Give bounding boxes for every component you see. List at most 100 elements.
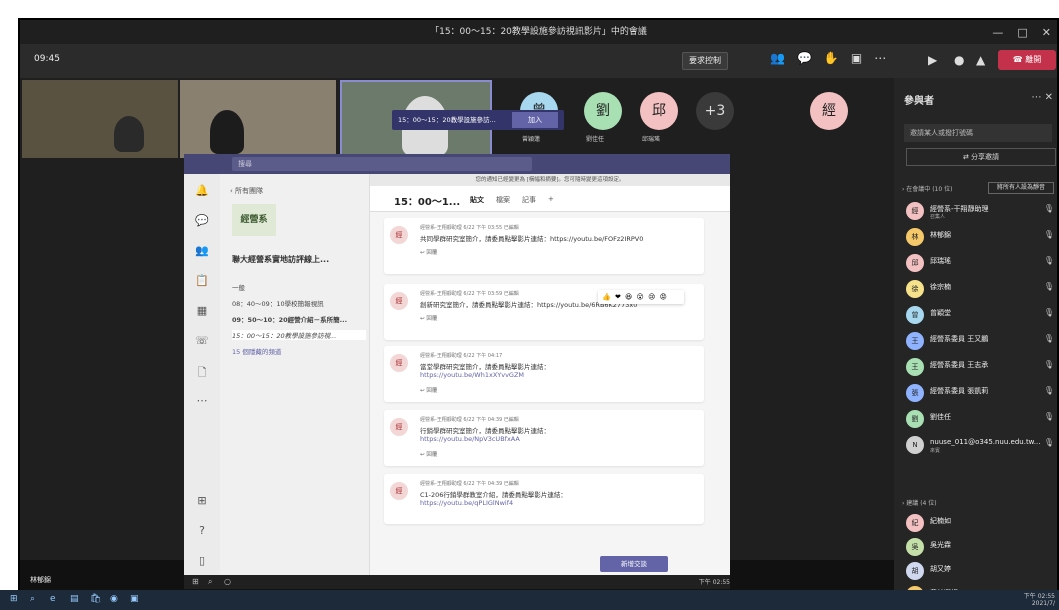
teams-search-input[interactable]: 搜尋 xyxy=(232,157,532,171)
windows-start-icon[interactable]: ⊞ xyxy=(10,594,18,604)
edge-icon[interactable]: e xyxy=(50,594,56,604)
reaction-bar[interactable]: 👍 ❤ 😆 😮 😢 😡 xyxy=(598,290,684,304)
apps-icon[interactable]: ⊞ xyxy=(190,494,214,507)
more-apps-icon[interactable]: ⋯ xyxy=(190,394,214,407)
section-in-meeting[interactable]: › 在會議中 (10 位) xyxy=(902,184,952,193)
file-explorer-icon[interactable]: ▤ xyxy=(70,594,79,604)
layout-icon[interactable]: ▣ xyxy=(851,51,862,65)
search-icon[interactable]: ⌕ xyxy=(30,594,35,604)
activity-icon[interactable]: 🔔 xyxy=(190,184,214,197)
more-icon[interactable]: ⋯ xyxy=(874,51,886,65)
channel-list: ‹ 所有團隊 經營系 聯大經營系實地訪評線上... 一般 08：40～09：10… xyxy=(220,174,370,575)
participant-row[interactable]: 曾曾穎堂 🎙 xyxy=(906,304,1056,326)
reply-link[interactable]: ↩ 回覆 xyxy=(420,386,437,394)
participant-row[interactable]: 徐徐宗楠 🎙 xyxy=(906,278,1056,300)
suggested-row[interactable]: 紀紀楠如 xyxy=(906,512,1056,534)
participant-row[interactable]: 王經營系委員 王志承 🎙 xyxy=(906,356,1056,378)
avatar: 王 xyxy=(906,358,924,376)
suggested-row[interactable]: 吳吳光霖 xyxy=(906,536,1056,558)
participant-row[interactable]: 邱邱瑞瑤 🎙 xyxy=(906,252,1056,274)
mic-icon[interactable]: 🎙 xyxy=(1044,360,1054,369)
mic-icon[interactable]: 🎙 xyxy=(1044,412,1054,421)
chat-icon[interactable]: 💬 xyxy=(797,51,812,65)
back-to-teams-link[interactable]: ‹ 所有團隊 xyxy=(230,186,263,196)
store-icon[interactable]: 🛍 xyxy=(90,594,101,604)
raise-hand-icon[interactable]: ✋ xyxy=(824,51,839,65)
leave-button[interactable]: ☎ 離開 xyxy=(998,50,1056,70)
participant-row[interactable]: 經經營系-干翔靜助理 召集人 🎙 xyxy=(906,200,1056,222)
people-icon[interactable]: 👥 xyxy=(770,51,785,65)
notification-banner: 您的通知已經變更為 [橫幅和摘要]。您可隨時變更這項設定。 xyxy=(370,174,730,186)
calendar-icon[interactable]: ▦ xyxy=(190,304,214,317)
minimize-button[interactable]: — xyxy=(992,26,1003,39)
post-card[interactable]: 經 經營系-王翔靜助理 6/22 下午 04:39 已編輯 C1-206行銷學群教室… xyxy=(384,474,704,524)
inner-taskbar: ⊞ ⌕ ○ 下午 02:55 xyxy=(184,575,730,589)
post-card[interactable]: 經 經營系-王翔靜助理 6/22 下午 03:55 已編輯 共同學群研究室簡介，請委… xyxy=(384,218,704,274)
post-link[interactable]: https://youtu.be/Wh1xXYvvGZM xyxy=(420,371,524,379)
participant-row[interactable]: 林林郁錦 🎙 xyxy=(906,226,1056,248)
hidden-channels-link[interactable]: 15 個隱藏的頻道 xyxy=(232,346,366,356)
add-tab-button[interactable]: + xyxy=(548,195,554,203)
mic-icon[interactable]: 🎙 xyxy=(1044,438,1054,447)
chat-rail-icon[interactable]: 💬 xyxy=(190,214,214,227)
channel-active[interactable]: 15：00～15：20教學設施參訪視... xyxy=(232,330,366,340)
chrome-icon[interactable]: ◉ xyxy=(110,594,118,604)
teams-meeting-window: 「15：00～15：20教學設施參訪視訊影片」中的會議 — □ ✕ 09:45 … xyxy=(18,18,1059,610)
camera-off-icon[interactable]: ▶ xyxy=(928,53,937,67)
mic-icon[interactable]: 🎙 xyxy=(1044,308,1054,317)
participant-row[interactable]: 張經營系委員 張凱莉 🎙 xyxy=(906,382,1056,404)
windows-start-icon[interactable]: ⊞ xyxy=(192,577,199,586)
assignments-icon[interactable]: 📋 xyxy=(190,274,214,287)
teams-icon[interactable]: 👥 xyxy=(190,244,214,257)
participant-row[interactable]: 王經營系委員 王又鵬 🎙 xyxy=(906,330,1056,352)
participant-row[interactable]: Nnuuse_011@o345.nuu.edu.tw... 來賓 🎙 xyxy=(906,434,1056,456)
close-panel-icon[interactable]: ⋯ ✕ xyxy=(1031,92,1053,103)
mic-icon[interactable]: 🎙 xyxy=(1044,256,1054,265)
tab-files[interactable]: 檔案 xyxy=(496,195,510,205)
new-conversation-button[interactable]: 新增交談 xyxy=(600,556,668,572)
tab-posts[interactable]: 貼文 xyxy=(470,195,484,205)
cortana-icon[interactable]: ○ xyxy=(224,577,231,586)
mic-icon[interactable]: 🎙 xyxy=(1044,386,1054,395)
help-icon[interactable]: ? xyxy=(190,524,214,537)
channel-general[interactable]: 一般 xyxy=(232,282,366,292)
post-card[interactable]: 經 經營系-王翔靜助理 6/22 下午 04:17 當堂學群研究室簡介，請委員點擊影… xyxy=(384,346,704,402)
video-tile-2[interactable] xyxy=(180,80,336,158)
avatar: 邱 xyxy=(906,254,924,272)
close-button[interactable]: ✕ xyxy=(1042,26,1051,39)
section-suggested[interactable]: › 建議 (4 位) xyxy=(902,498,937,507)
mic-icon[interactable]: ● xyxy=(954,53,964,67)
invite-search-input[interactable]: 邀請某人或撥打號碼 xyxy=(904,124,1052,142)
tab-notes[interactable]: 記事 xyxy=(522,195,536,205)
mic-icon[interactable]: 🎙 xyxy=(1044,204,1054,213)
channel-1[interactable]: 08：40～09：10學校簡報視訊 xyxy=(232,298,366,308)
channel-2[interactable]: 09：50～10：20經營介紹－系所簡... xyxy=(232,314,366,324)
teams-app-icon[interactable]: ▣ xyxy=(130,594,139,604)
post-card[interactable]: 經 經營系-王翔靜助理 6/22 下午 04:39 已編輯 行銷學群研究室簡介，請委… xyxy=(384,410,704,466)
mic-icon[interactable]: 🎙 xyxy=(1044,334,1054,343)
post-link[interactable]: https://youtu.be/qPLIGlNwif4 xyxy=(420,499,513,507)
team-name[interactable]: 聯大經營系實地訪評線上... xyxy=(232,254,366,265)
reply-link[interactable]: ↩ 回覆 xyxy=(420,314,437,322)
reply-link[interactable]: ↩ 回覆 xyxy=(420,450,437,458)
device-icon[interactable]: ▯ xyxy=(190,554,214,567)
request-control-button[interactable]: 要求控制 xyxy=(682,52,728,70)
files-icon[interactable]: 🗋 xyxy=(190,364,214,383)
participant-row[interactable]: 劉劉佳任 🎙 xyxy=(906,408,1056,430)
mic-icon[interactable]: 🎙 xyxy=(1044,282,1054,291)
post-text: 共同學群研究室簡介，請委員點擊影片連結：https://youtu.be/FOF… xyxy=(420,235,644,243)
search-icon[interactable]: ⌕ xyxy=(208,577,212,587)
participant-name: 胡又婷 xyxy=(930,565,951,573)
maximize-button[interactable]: □ xyxy=(1017,26,1027,39)
suggested-row[interactable]: 胡胡又婷 xyxy=(906,560,1056,582)
video-tile-1[interactable] xyxy=(22,80,178,158)
share-screen-icon[interactable]: ▲ xyxy=(976,53,985,67)
join-button[interactable]: 加入 xyxy=(512,112,558,128)
mic-icon[interactable]: 🎙 xyxy=(1044,230,1054,239)
share-invite-button[interactable]: ⇄ 分享邀請 xyxy=(906,148,1056,166)
meeting-join-banner: 15：00～15：20教學設施參訪... 加入 xyxy=(392,110,564,130)
reply-link[interactable]: ↩ 回覆 xyxy=(420,248,437,256)
mute-all-button[interactable]: 將所有人設為靜音 xyxy=(988,182,1054,194)
calls-icon[interactable]: ☏ xyxy=(190,334,214,347)
post-link[interactable]: https://youtu.be/NpV3cUBfxAA xyxy=(420,435,520,443)
